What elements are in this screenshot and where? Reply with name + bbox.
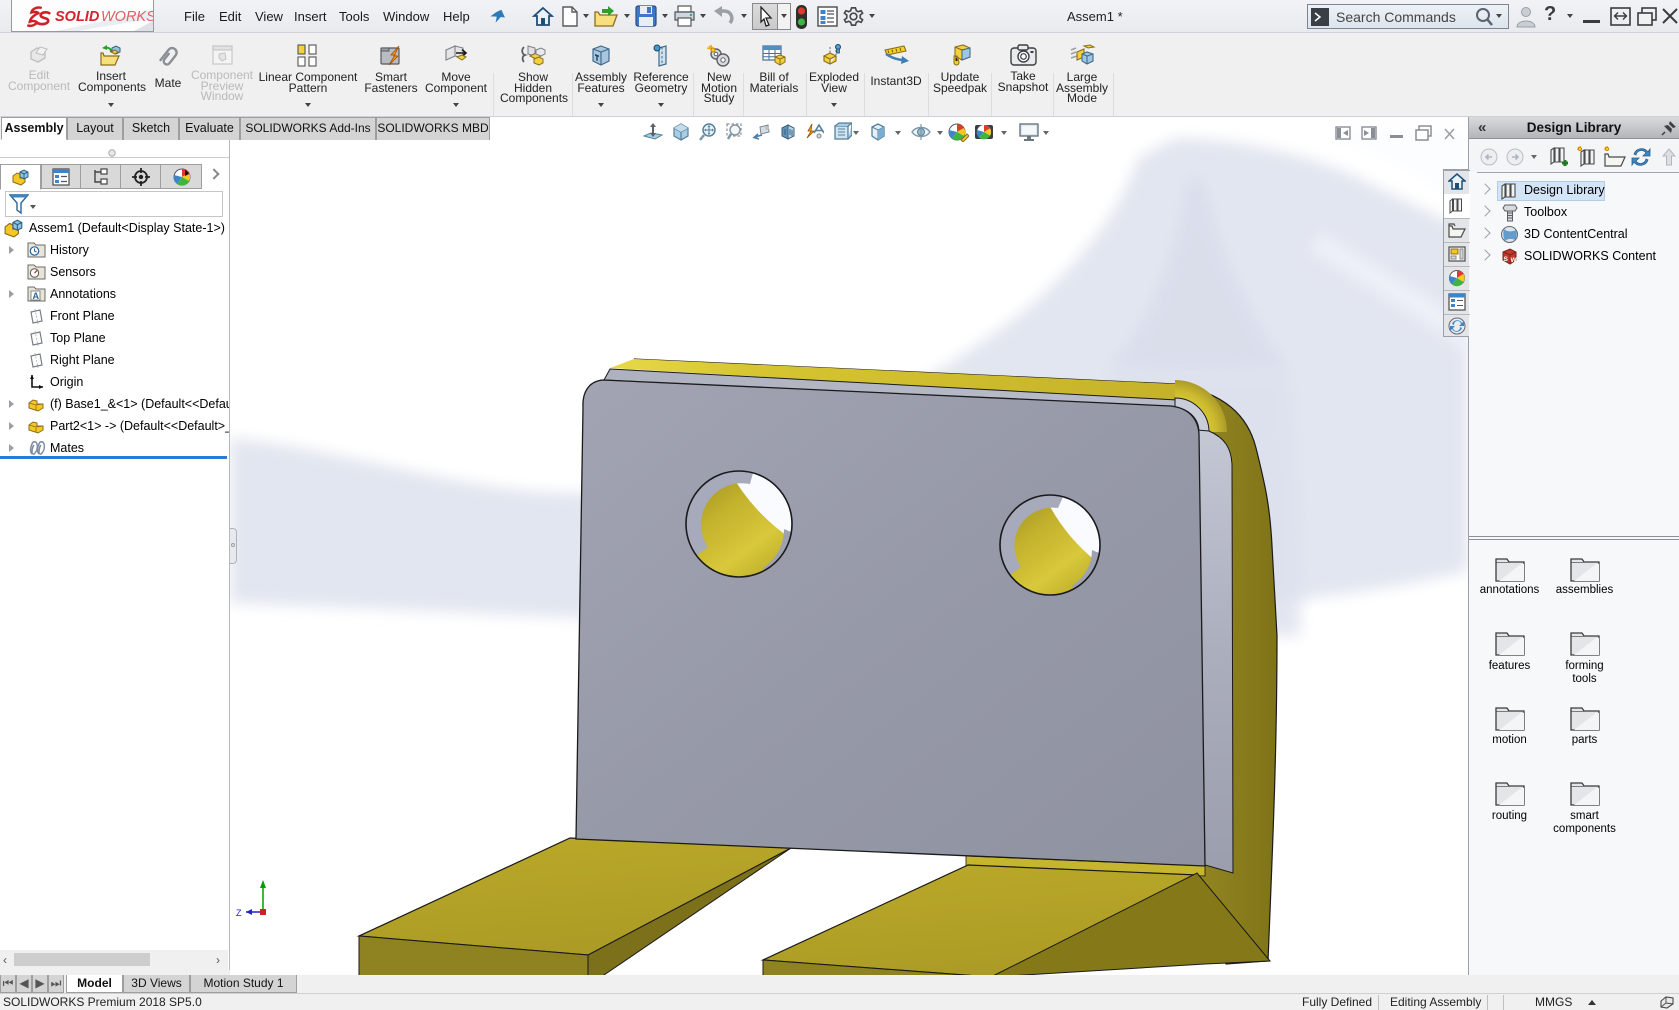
svg-text:S: S [1504,256,1509,263]
svg-text:Z: Z [236,908,242,918]
svg-text:A: A [33,291,40,301]
svg-text:W: W [1511,257,1518,264]
